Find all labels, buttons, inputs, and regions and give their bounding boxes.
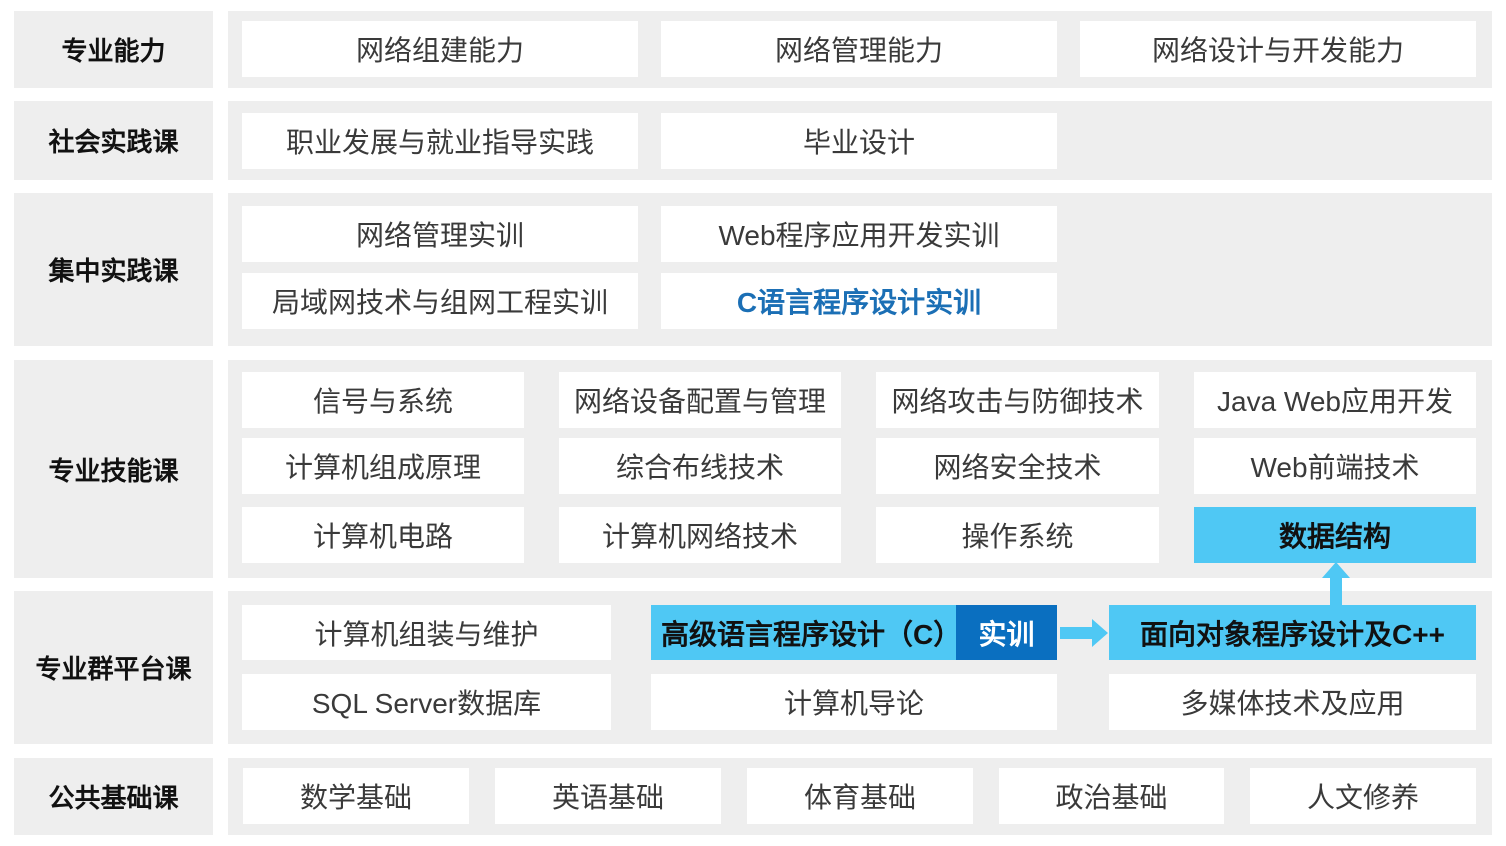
course-sql-server: SQL Server数据库 [242, 674, 611, 730]
course-graduation-design: 毕业设计 [661, 113, 1057, 169]
course-network-manage-ability: 网络管理能力 [661, 21, 1057, 77]
course-oop-cpp: 面向对象程序设计及C++ [1109, 605, 1476, 660]
course-career-guidance: 职业发展与就业指导实践 [242, 113, 638, 169]
course-computer-assembly: 计算机组装与维护 [242, 605, 611, 660]
row-label-skill-courses: 专业技能课 [48, 455, 179, 486]
row-label-professional-ability: 专业能力 [61, 36, 166, 66]
course-java-web: Java Web应用开发 [1194, 372, 1476, 428]
course-multimedia: 多媒体技术及应用 [1109, 674, 1476, 730]
course-data-structures: 数据结构 [1194, 507, 1476, 563]
course-politics-basics: 政治基础 [999, 768, 1224, 824]
course-c-language-training: C语言程序设计实训 [661, 273, 1057, 329]
course-network-attack-defense: 网络攻击与防御技术 [876, 372, 1159, 428]
row-label-concentrated-practice: 集中实践课 [48, 256, 179, 286]
course-network-security: 网络安全技术 [876, 438, 1159, 494]
course-network-device-config: 网络设备配置与管理 [559, 372, 841, 428]
up-arrow-icon [1322, 562, 1350, 606]
row-label-social-practice: 社会实践课 [48, 127, 179, 157]
course-computer-organization: 计算机组成原理 [242, 438, 524, 494]
course-network-design-ability: 网络设计与开发能力 [1080, 21, 1476, 77]
course-cabling: 综合布线技术 [559, 438, 841, 494]
row-label-public-basic: 公共基础课 [48, 783, 179, 813]
course-humanities: 人文修养 [1250, 768, 1476, 824]
course-computer-circuits: 计算机电路 [242, 507, 524, 563]
course-math-basics: 数学基础 [243, 768, 469, 824]
course-web-dev-training: Web程序应用开发实训 [661, 206, 1057, 262]
row-label-platform-courses: 专业群平台课 [35, 654, 192, 684]
course-network-build-ability: 网络组建能力 [242, 21, 638, 77]
course-pe-basics: 体育基础 [747, 768, 973, 824]
course-lan-training: 局域网技术与组网工程实训 [242, 273, 638, 329]
course-operating-systems: 操作系统 [876, 507, 1159, 563]
right-arrow-icon [1060, 619, 1108, 647]
course-network-manage-training: 网络管理实训 [242, 206, 638, 262]
course-signals-systems: 信号与系统 [242, 372, 524, 428]
course-intro-computing: 计算机导论 [651, 674, 1057, 730]
training-badge: 实训 [956, 605, 1057, 660]
course-advanced-c-programming: 高级语言程序设计（C） [651, 605, 961, 660]
course-english-basics: 英语基础 [495, 768, 721, 824]
course-computer-networks: 计算机网络技术 [559, 507, 841, 563]
course-web-frontend: Web前端技术 [1194, 438, 1476, 494]
